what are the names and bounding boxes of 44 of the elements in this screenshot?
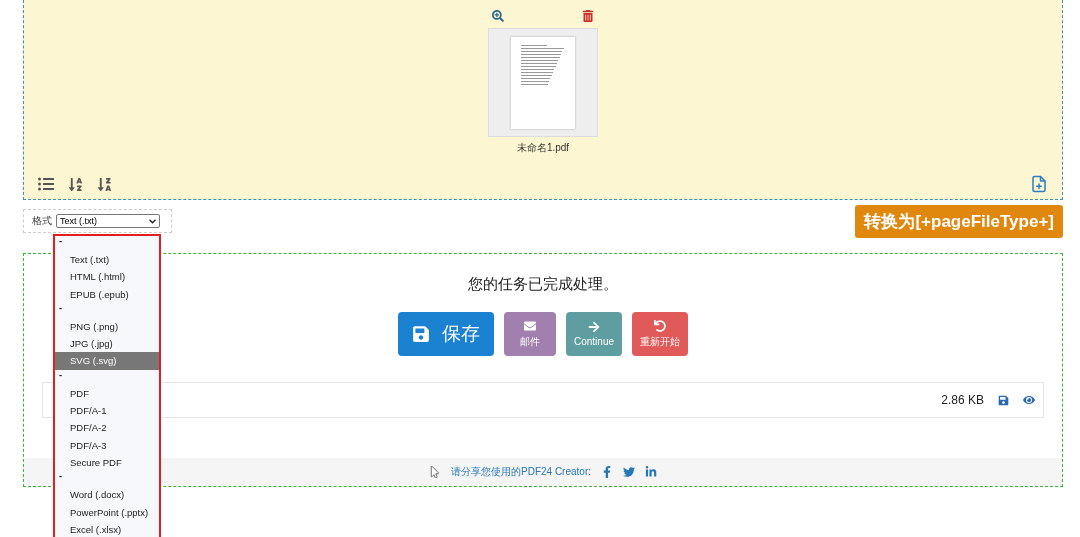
trash-icon[interactable]: [582, 10, 594, 22]
cursor-icon: [429, 466, 441, 478]
group-label: -: [58, 369, 64, 382]
file-size: 2.86 KB: [941, 393, 984, 407]
format-label: 格式: [32, 214, 52, 228]
dropdown-option[interactable]: SVG (.svg): [55, 352, 159, 370]
add-file-icon[interactable]: [1030, 175, 1048, 193]
dropdown-option[interactable]: Excel (.xlsx): [55, 520, 159, 537]
twitter-icon[interactable]: [623, 466, 635, 478]
group-label: -: [58, 471, 64, 484]
arrow-right-icon: [588, 321, 600, 333]
group-label: -: [58, 302, 64, 315]
dropdown-option[interactable]: Secure PDF: [55, 453, 159, 472]
dropdown-option[interactable]: PowerPoint (.pptx): [55, 503, 159, 521]
group-label: -: [58, 236, 64, 248]
chevron-down-icon: [149, 218, 156, 224]
save-button[interactable]: 保存: [398, 312, 494, 356]
sort-descending-icon[interactable]: [97, 176, 112, 192]
dropdown-option[interactable]: Word (.docx): [55, 486, 159, 504]
dropdown-option[interactable]: Text (.txt): [55, 251, 159, 269]
save-icon: [412, 325, 430, 343]
file-name: 未命名1.pdf: [516, 141, 570, 155]
file-thumbnail[interactable]: [488, 28, 598, 137]
list-icon[interactable]: [38, 176, 54, 192]
dropdown-option[interactable]: HTML (.html): [55, 268, 159, 286]
sort-ascending-icon[interactable]: [68, 176, 83, 192]
zoom-icon[interactable]: [492, 10, 504, 22]
dropdown-option[interactable]: PDF/A-2: [55, 419, 159, 437]
restart-button[interactable]: 重新开始: [632, 312, 688, 356]
dropdown-option[interactable]: PDF/A-3: [55, 436, 159, 454]
dropdown-option[interactable]: PDF/A-1: [55, 402, 159, 420]
facebook-icon[interactable]: [601, 466, 613, 478]
eye-icon[interactable]: [1023, 394, 1035, 406]
format-select[interactable]: Text (.txt): [56, 214, 160, 228]
dropdown-option[interactable]: PDF: [55, 384, 159, 403]
linkedin-icon[interactable]: [645, 466, 657, 478]
undo-icon: [654, 319, 666, 332]
dropdown-option[interactable]: EPUB (.epub): [55, 285, 159, 303]
dropdown-option[interactable]: PNG (.png): [55, 317, 159, 336]
save-icon[interactable]: [998, 394, 1009, 406]
envelope-icon: [524, 319, 536, 332]
status-message: 您的任务已完成处理。: [468, 275, 618, 294]
share-text: 请分享您使用的PDF24 Creator:: [451, 465, 591, 479]
dropdown-option[interactable]: JPG (.jpg): [55, 335, 159, 353]
